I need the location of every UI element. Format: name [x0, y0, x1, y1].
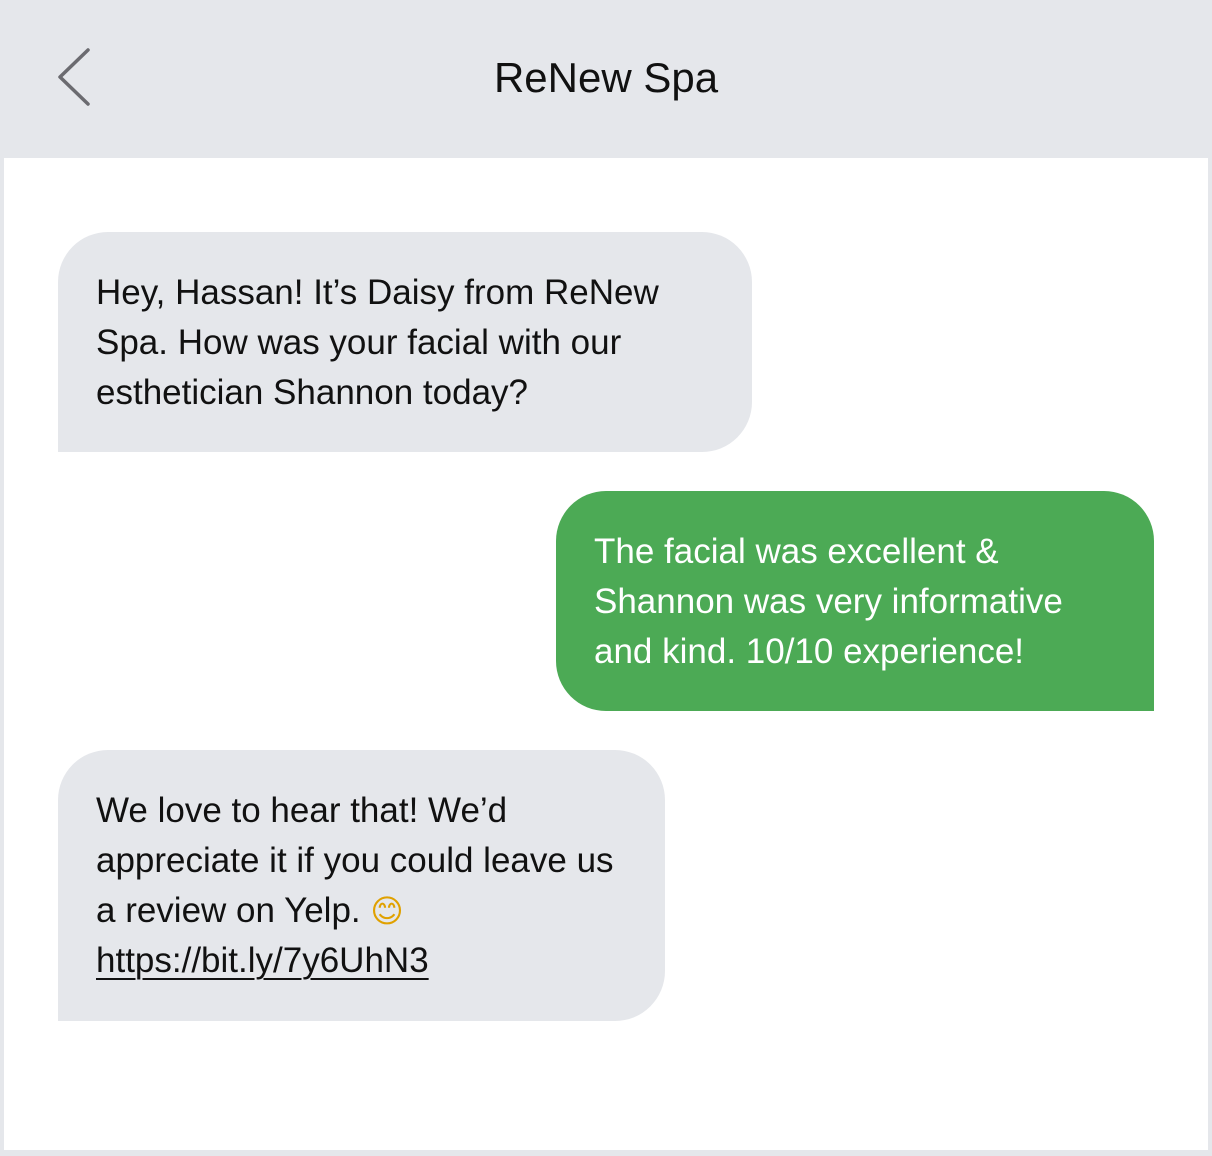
message-text: We love to hear that! We’d appreciate it…	[96, 791, 614, 930]
conversation-title: ReNew Spa	[493, 54, 719, 101]
incoming-message-bubble[interactable]: Hey, Hassan! It’s Daisy from ReNew Spa. …	[58, 232, 752, 452]
review-link[interactable]: https://bit.ly/7y6UhN3	[96, 941, 429, 980]
message-text: The facial was excellent & Shannon was v…	[594, 532, 1063, 671]
message-text: Hey, Hassan! It’s Daisy from ReNew Spa. …	[96, 273, 659, 412]
nav-header: ReNew Spa	[0, 0, 1212, 158]
outgoing-message-bubble[interactable]: The facial was excellent & Shannon was v…	[556, 491, 1154, 711]
message-thread: Hey, Hassan! It’s Daisy from ReNew Spa. …	[4, 158, 1208, 1150]
smiling-face-icon: 😊	[370, 892, 404, 930]
incoming-message-bubble[interactable]: We love to hear that! We’d appreciate it…	[58, 750, 665, 1021]
